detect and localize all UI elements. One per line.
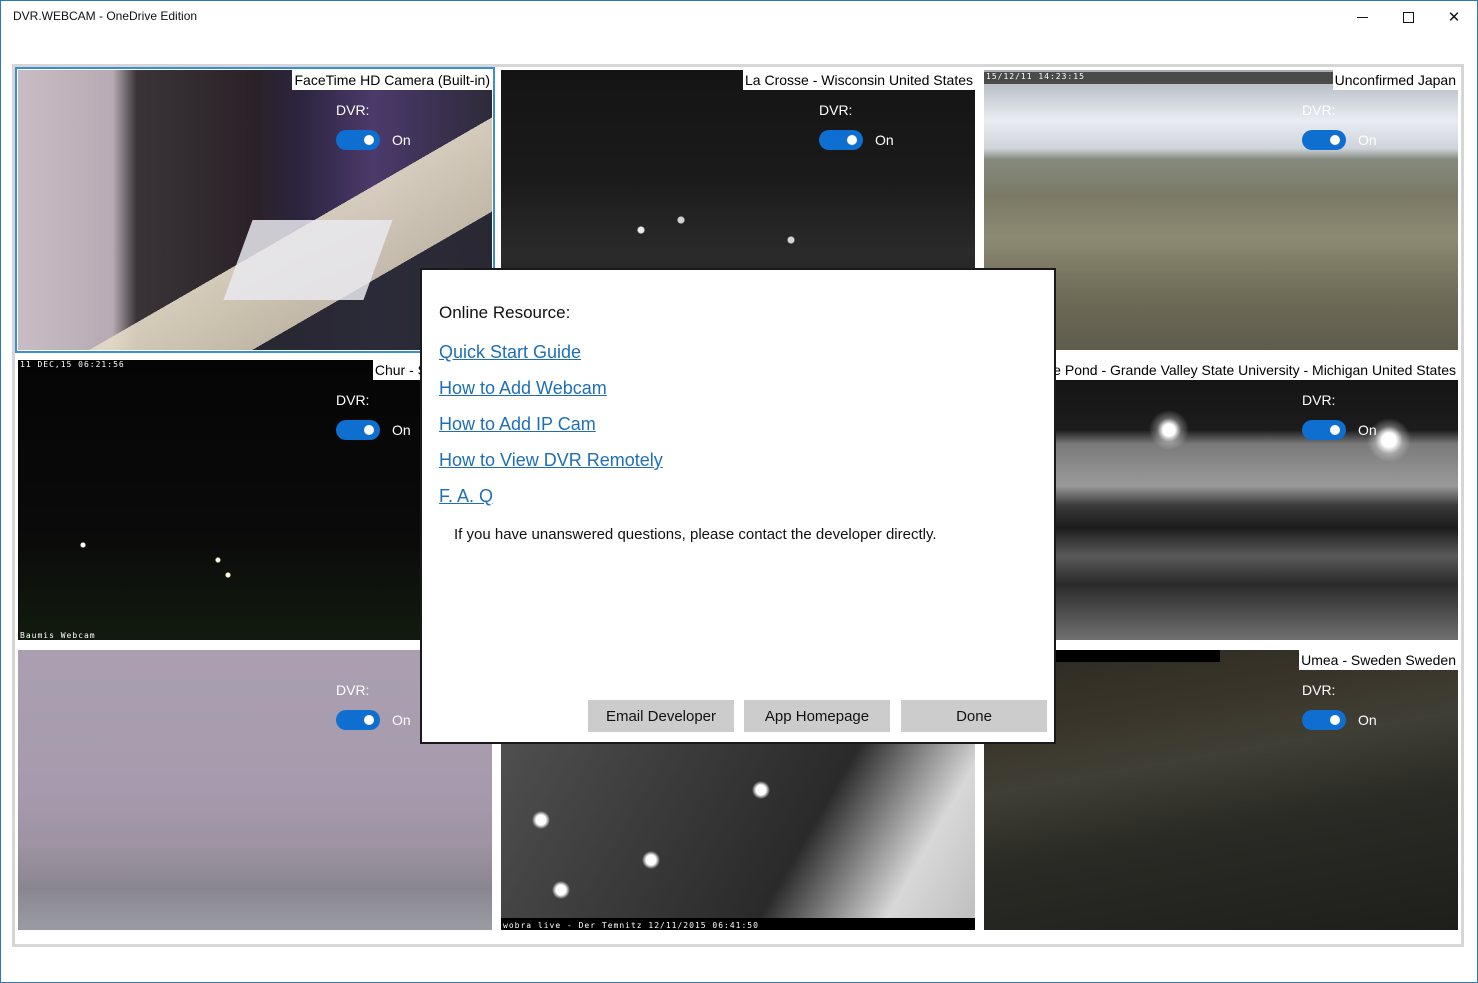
dvr-toggle[interactable] bbox=[336, 130, 380, 150]
dvr-toggle[interactable] bbox=[1302, 130, 1346, 150]
dvr-toggle[interactable] bbox=[1302, 420, 1346, 440]
camera-title: La Crosse - Wisconsin United States bbox=[743, 70, 975, 90]
dvr-state: On bbox=[875, 132, 894, 148]
dvr-state: On bbox=[1358, 132, 1377, 148]
dvr-label: DVR: bbox=[1302, 682, 1336, 698]
toggle-knob bbox=[847, 135, 857, 145]
dvr-state: On bbox=[1358, 422, 1377, 438]
quick-start-guide-link[interactable]: Quick Start Guide bbox=[439, 342, 581, 363]
dvr-state: On bbox=[392, 132, 411, 148]
toggle-knob bbox=[1330, 715, 1340, 725]
dvr-label: DVR: bbox=[1302, 392, 1336, 408]
online-resource-dialog: Online Resource: Quick Start Guide How t… bbox=[420, 268, 1056, 744]
dvr-toggle[interactable] bbox=[336, 710, 380, 730]
view-dvr-remotely-link[interactable]: How to View DVR Remotely bbox=[439, 450, 663, 471]
dvr-state: On bbox=[1358, 712, 1377, 728]
dvr-label: DVR: bbox=[336, 392, 370, 408]
app-title: DVR.WEBCAM - OneDrive Edition bbox=[13, 9, 198, 23]
dialog-heading: Online Resource: bbox=[439, 303, 571, 322]
camera-title: he Pond - Grande Valley State University… bbox=[1043, 360, 1458, 380]
camera-title: Umea - Sweden Sweden bbox=[1299, 650, 1458, 670]
toggle-knob bbox=[364, 135, 374, 145]
dvr-label: DVR: bbox=[336, 682, 370, 698]
dvr-toggle[interactable] bbox=[819, 130, 863, 150]
title-bar: DVR.WEBCAM - OneDrive Edition ✕ bbox=[1, 1, 1477, 33]
toggle-knob bbox=[1330, 425, 1340, 435]
contact-note: If you have unanswered questions, please… bbox=[454, 526, 937, 543]
done-button[interactable]: Done bbox=[901, 700, 1047, 732]
add-ip-cam-link[interactable]: How to Add IP Cam bbox=[439, 414, 596, 435]
dvr-label: DVR: bbox=[336, 102, 370, 118]
toggle-knob bbox=[364, 425, 374, 435]
dvr-label: DVR: bbox=[1302, 102, 1336, 118]
dvr-state: On bbox=[392, 422, 411, 438]
close-icon: ✕ bbox=[1447, 8, 1461, 26]
camera-title: FaceTime HD Camera (Built-in) bbox=[292, 70, 492, 90]
camera-title: Unconfirmed Japan bbox=[1332, 70, 1458, 90]
maximize-icon bbox=[1402, 11, 1414, 23]
faq-link[interactable]: F. A. Q bbox=[439, 486, 493, 507]
add-webcam-link[interactable]: How to Add Webcam bbox=[439, 378, 607, 399]
timestamp-overlay: 15/12/11 14:23:15 bbox=[986, 72, 1085, 81]
timestamp-overlay: wobra live - Der Temnitz 12/11/2015 06:4… bbox=[503, 921, 759, 930]
email-developer-button[interactable]: Email Developer bbox=[588, 700, 734, 732]
dvr-state: On bbox=[392, 712, 411, 728]
maximize-button[interactable] bbox=[1385, 1, 1431, 33]
minimize-icon bbox=[1356, 16, 1368, 18]
watermark-overlay: Baumis Webcam bbox=[20, 631, 96, 640]
keyboard-shape bbox=[223, 220, 393, 300]
app-homepage-button[interactable]: App Homepage bbox=[744, 700, 890, 732]
dvr-label: DVR: bbox=[819, 102, 853, 118]
dvr-toggle[interactable] bbox=[336, 420, 380, 440]
minimize-button[interactable] bbox=[1339, 1, 1385, 33]
dvr-toggle[interactable] bbox=[1302, 710, 1346, 730]
close-button[interactable]: ✕ bbox=[1431, 1, 1477, 33]
timestamp-overlay: 11 DEC,15 06:21:56 bbox=[20, 360, 125, 369]
toggle-knob bbox=[364, 715, 374, 725]
toggle-knob bbox=[1330, 135, 1340, 145]
